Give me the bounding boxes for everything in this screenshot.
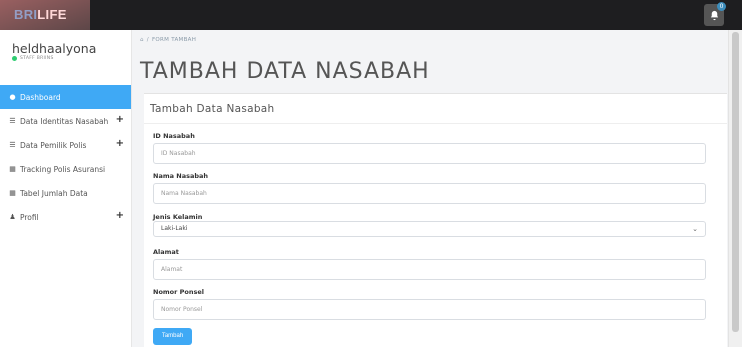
id-nasabah-input[interactable]: ID Nasabah	[153, 143, 706, 164]
bell-icon	[710, 10, 718, 20]
sidebar-item-label: Data Pemilik Polis	[20, 140, 87, 150]
expand-plus-icon[interactable]: +	[116, 115, 124, 125]
nomor-ponsel-input[interactable]: Nomor Ponsel	[153, 299, 706, 320]
sidebar: heldhaalyona STAFF BRIINS ● Dashboard ☰ …	[0, 30, 132, 347]
home-icon[interactable]: ⌂	[140, 37, 144, 43]
nama-nasabah-input[interactable]: Nama Nasabah	[153, 183, 706, 204]
sidebar-item-profil[interactable]: ♟ Profil +	[0, 205, 131, 229]
jenis-kelamin-select[interactable]: Laki-Laki ⌄	[153, 221, 706, 237]
user-name: heldhaalyona	[12, 41, 97, 56]
sidebar-item-tracking-polis[interactable]: ▦ Tracking Polis Asuransi	[0, 157, 131, 181]
sidebar-item-dashboard[interactable]: ● Dashboard	[0, 85, 131, 109]
sidebar-item-label: Tabel Jumlah Data	[20, 188, 88, 198]
sidebar-item-label: Dashboard	[20, 92, 61, 102]
notification-badge: 0	[717, 2, 726, 11]
user-role-label: STAFF BRIINS	[20, 56, 54, 61]
chevron-down-icon: ⌄	[692, 225, 698, 233]
breadcrumb-separator: /	[146, 37, 149, 43]
list-icon: ☰	[9, 117, 16, 125]
online-status-icon	[12, 56, 17, 61]
jenis-kelamin-label: Jenis Kelamin	[153, 213, 203, 221]
list-icon: ☰	[9, 141, 16, 149]
scrollbar[interactable]	[728, 30, 742, 347]
nomor-ponsel-label: Nomor Ponsel	[153, 288, 204, 296]
sidebar-menu: ● Dashboard ☰ Data Identitas Nasabah + ☰…	[0, 85, 131, 229]
scrollbar-thumb[interactable]	[732, 32, 739, 332]
breadcrumb: ⌂ / FORM TAMBAH	[140, 37, 196, 43]
sidebar-item-data-pemilik-polis[interactable]: ☰ Data Pemilik Polis +	[0, 133, 131, 157]
page-title: TAMBAH DATA NASABAH	[140, 59, 430, 84]
alamat-input[interactable]: Alamat	[153, 259, 706, 280]
breadcrumb-current: FORM TAMBAH	[151, 37, 197, 43]
expand-plus-icon[interactable]: +	[116, 211, 124, 221]
brand-part-2: LIFE	[37, 7, 67, 22]
sidebar-item-label: Tracking Polis Asuransi	[20, 164, 106, 174]
id-nasabah-label: ID Nasabah	[153, 132, 195, 140]
alamat-label: Alamat	[153, 248, 179, 256]
jenis-kelamin-value: Laki-Laki	[161, 225, 188, 232]
form-title: Tambah Data Nasabah	[150, 103, 275, 115]
dashboard-icon: ●	[9, 93, 16, 101]
nama-nasabah-label: Nama Nasabah	[153, 172, 208, 180]
divider	[144, 123, 727, 124]
sidebar-item-data-identitas-nasabah[interactable]: ☰ Data Identitas Nasabah +	[0, 109, 131, 133]
calendar-icon: ▦	[9, 189, 16, 197]
sidebar-item-label: Profil	[20, 212, 39, 222]
tambah-button[interactable]: Tambah	[153, 328, 192, 345]
user-role: STAFF BRIINS	[12, 56, 54, 61]
form-card: Tambah Data Nasabah ID Nasabah ID Nasaba…	[144, 93, 727, 347]
expand-plus-icon[interactable]: +	[116, 139, 124, 149]
sidebar-item-tabel-jumlah-data[interactable]: ▦ Tabel Jumlah Data	[0, 181, 131, 205]
notification-button[interactable]: 0	[704, 2, 726, 26]
top-navbar: BRILIFE 0	[0, 0, 742, 30]
brand-part-1: BRI	[14, 7, 38, 22]
user-icon: ♟	[9, 213, 16, 221]
sidebar-item-label: Data Identitas Nasabah	[20, 116, 109, 126]
main-content: ⌂ / FORM TAMBAH TAMBAH DATA NASABAH Tamb…	[132, 30, 728, 347]
brand-logo[interactable]: BRILIFE	[14, 7, 67, 22]
calendar-icon: ▦	[9, 165, 16, 173]
